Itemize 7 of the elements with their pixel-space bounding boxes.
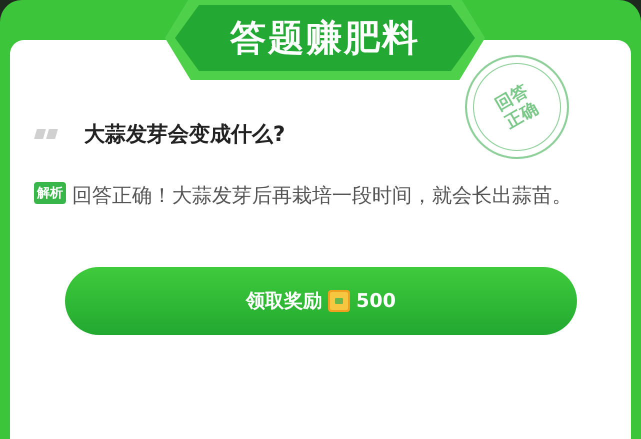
fertilizer-icon [328,290,350,312]
explanation-badge: 解析 [34,182,66,204]
claim-reward-button[interactable]: 领取奖励 500 [65,267,577,335]
dialog-title: 答题赚肥料 [230,16,420,60]
quote-icon [34,129,60,139]
question-text: 大蒜发芽会变成什么? [84,121,286,148]
explanation-text: 回答正确！大蒜发芽后再栽培一段时间，就会长出蒜苗。 [72,182,573,209]
